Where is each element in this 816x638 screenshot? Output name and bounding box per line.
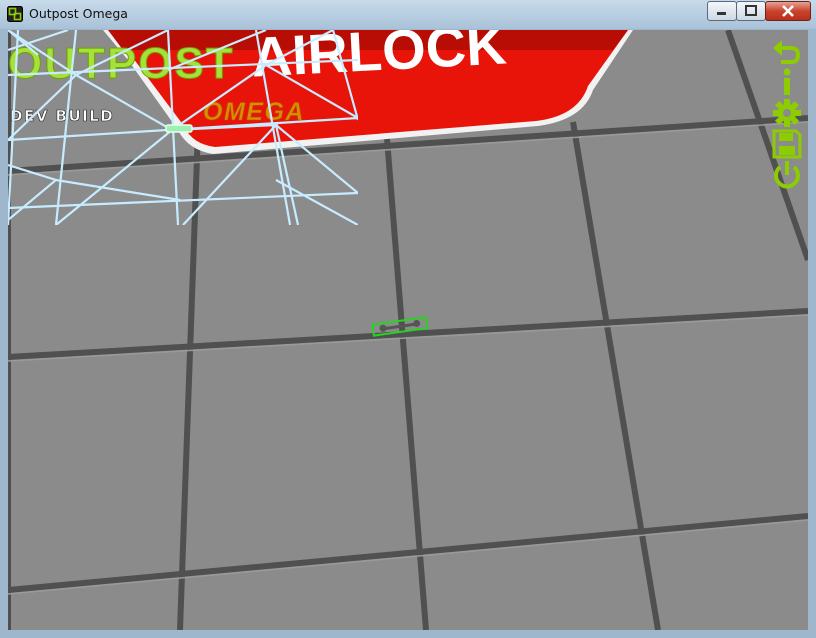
close-icon: [782, 5, 794, 17]
maximize-icon: [745, 5, 757, 16]
save-icon[interactable]: [771, 129, 803, 159]
info-icon[interactable]: [771, 67, 803, 97]
window-controls: [707, 1, 811, 21]
game-viewport[interactable]: AIRLOCK OUTPOST DEV BUILD OMEGA: [8, 30, 808, 630]
power-icon[interactable]: [771, 160, 803, 190]
outpost-omega-app-icon[interactable]: [7, 6, 23, 22]
maximize-button[interactable]: [736, 1, 766, 21]
minimap-player-marker: [165, 124, 193, 133]
minimize-button[interactable]: [707, 1, 737, 21]
minimize-icon: [717, 12, 726, 15]
game-window: Outpost Omega AIRLOCK OUTPOST DEV BUILD …: [0, 0, 816, 638]
undo-icon[interactable]: [771, 36, 803, 66]
wireframe-minimap[interactable]: [8, 30, 358, 225]
settings-gear-icon[interactable]: [771, 98, 803, 128]
window-title: Outpost Omega: [29, 6, 128, 21]
close-button[interactable]: [765, 1, 811, 21]
title-bar[interactable]: Outpost Omega: [0, 0, 816, 29]
